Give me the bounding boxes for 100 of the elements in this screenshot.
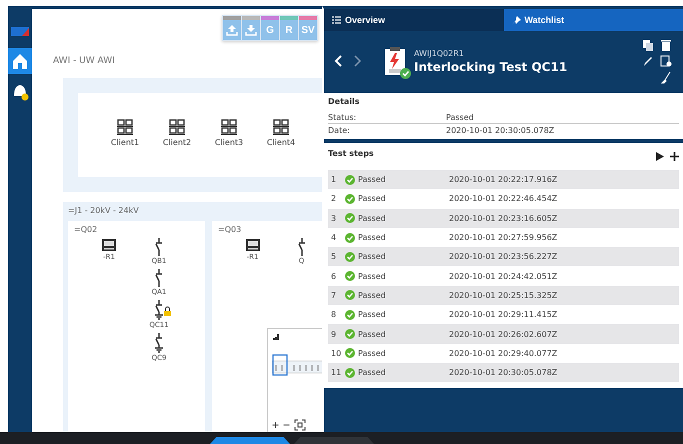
step-status: Passed [358, 233, 386, 242]
step-time: 2020-10-01 20:30:05.078Z [449, 368, 558, 378]
clipboard-icon [384, 46, 406, 76]
computers-icon[interactable] [169, 119, 185, 135]
pin-icon [512, 16, 520, 24]
download-icon [245, 24, 257, 36]
step-time: 2020-10-01 20:25:15.325Z [449, 290, 558, 300]
step-status: Passed [358, 290, 386, 300]
test-step-row[interactable]: 2 Passed 2020-10-01 20:22:46.454Z [328, 189, 679, 209]
step-number: 11 [330, 368, 342, 378]
zoom-in-button[interactable]: + [272, 419, 280, 431]
test-step-row[interactable]: 4 Passed 2020-10-01 20:27:59.956Z [328, 228, 679, 248]
client-label: Client1 [110, 138, 140, 147]
step-time: 2020-10-01 20:23:56.227Z [449, 252, 558, 262]
step-number: 6 [330, 272, 338, 281]
step-time: 2020-10-01 20:23:16.605Z [449, 214, 558, 223]
earthing-switch-icon[interactable] [153, 300, 165, 320]
step-status: Passed [358, 368, 386, 378]
step-number: 7 [330, 290, 338, 300]
step-status: Passed [358, 348, 386, 358]
panel-tab[interactable]: Watchlist [504, 9, 683, 31]
trash-button[interactable] [659, 38, 673, 52]
step-time: 2020-10-01 20:26:02.607Z [449, 330, 558, 339]
step-status: Passed [358, 310, 386, 320]
layers-icon[interactable] [272, 333, 280, 341]
forward-button[interactable] [354, 55, 362, 67]
computers-icon[interactable] [221, 119, 237, 135]
test-step-row[interactable]: 11 Passed 2020-10-01 20:30:05.078Z [328, 362, 679, 382]
run-button[interactable] [656, 152, 664, 160]
field-value: 2020-10-01 20:30:05.078Z [446, 126, 554, 135]
breadcrumb: AWI - UW AWI [53, 56, 116, 66]
play-icon [656, 152, 664, 160]
step-time: 2020-10-01 20:29:11.415Z [449, 310, 558, 320]
panel-tab[interactable]: Overview [324, 9, 504, 31]
relay-icon[interactable] [244, 238, 260, 252]
computers-icon[interactable] [273, 119, 289, 135]
test-step-row[interactable]: 1 Passed 2020-10-01 20:22:17.916Z [328, 170, 679, 190]
step-number: 9 [330, 330, 338, 339]
switch-icon[interactable] [152, 269, 165, 287]
brush-icon [660, 70, 672, 84]
chevron-left-icon [334, 55, 342, 67]
test-step-row[interactable]: 8 Passed 2020-10-01 20:29:11.415Z [328, 305, 679, 324]
document-icon [660, 54, 672, 68]
test-step-row[interactable]: 5 Passed 2020-10-01 20:23:56.227Z [328, 247, 679, 266]
earthing-switch-icon[interactable] [152, 333, 165, 353]
test-step-row[interactable]: 10 Passed 2020-10-01 20:29:40.077Z [328, 344, 679, 363]
section-title: Test steps [328, 149, 374, 160]
step-number: 2 [330, 194, 338, 204]
client-label: Client4 [266, 138, 296, 147]
fit-view-icon[interactable] [294, 419, 306, 431]
field-label: Status: [328, 112, 358, 122]
step-number: 4 [330, 233, 338, 242]
pencil-icon [642, 54, 654, 68]
field-label: Date: [328, 126, 351, 135]
step-status: Passed [358, 272, 386, 281]
bay-title: =Q03 [218, 225, 242, 234]
step-time: 2020-10-01 20:29:40.077Z [449, 348, 558, 358]
back-button[interactable] [334, 55, 342, 67]
relay-icon[interactable] [101, 238, 117, 252]
toolbar-button[interactable] [223, 16, 241, 40]
brush-button[interactable] [659, 70, 673, 84]
test-step-row[interactable]: 6 Passed 2020-10-01 20:24:42.051Z [328, 266, 679, 286]
voltage-level-title: =J1 - 20kV - 24kV [68, 206, 140, 215]
add-button[interactable] [670, 152, 679, 160]
step-status: Passed [358, 175, 386, 184]
upload-icon [226, 24, 238, 36]
item-id: AWIJ1Q02R1 [414, 48, 465, 58]
step-number: 8 [330, 310, 338, 320]
test-step-row[interactable]: 7 Passed 2020-10-01 20:25:15.325Z [328, 286, 679, 306]
step-time: 2020-10-01 20:22:17.916Z [449, 175, 558, 184]
copy-icon [642, 38, 654, 52]
bay-title: =Q02 [74, 225, 98, 234]
bottom-tab[interactable] [210, 437, 290, 444]
pencil-button[interactable] [641, 54, 655, 68]
switch-icon[interactable] [152, 238, 165, 256]
zoom-out-button[interactable]: − [283, 419, 290, 431]
plus-icon [670, 152, 679, 160]
client-label: Client2 [162, 138, 192, 147]
step-number: 1 [330, 175, 338, 184]
logo-icon [11, 26, 29, 36]
step-status: Passed [358, 330, 386, 339]
switch-icon[interactable] [296, 238, 308, 256]
test-step-row[interactable]: 9 Passed 2020-10-01 20:26:02.607Z [328, 324, 679, 344]
client-label: Client3 [214, 138, 244, 147]
step-number: 10 [330, 348, 342, 358]
step-time: 2020-10-01 20:22:46.454Z [449, 194, 558, 204]
step-time: 2020-10-01 20:24:42.051Z [449, 272, 558, 281]
step-status: Passed [358, 194, 386, 204]
step-time: 2020-10-01 20:27:59.956Z [449, 233, 558, 242]
step-number: 3 [330, 214, 338, 223]
test-step-row[interactable]: 3 Passed 2020-10-01 20:23:16.605Z [328, 208, 679, 228]
computers-icon[interactable] [117, 119, 133, 135]
field-value: Passed [446, 112, 474, 122]
step-status: Passed [358, 252, 386, 262]
chevron-right-icon [354, 55, 362, 67]
item-title: Interlocking Test QC11 [414, 60, 568, 74]
copy-button[interactable] [641, 38, 655, 52]
document-button[interactable] [659, 54, 673, 68]
home-icon [10, 51, 30, 71]
step-status: Passed [358, 214, 386, 223]
